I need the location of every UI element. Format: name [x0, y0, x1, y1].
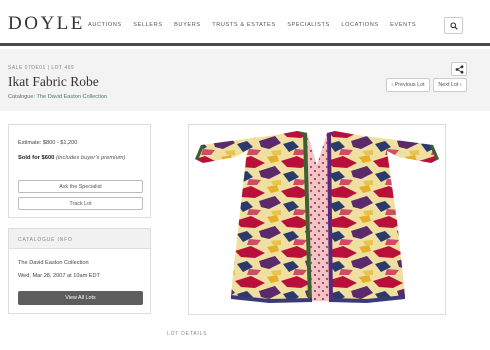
nav-buyers[interactable]: BUYERS — [174, 22, 201, 28]
track-lot-button[interactable]: Track Lot — [18, 197, 143, 210]
sold-amount: Sold for $600 — [18, 155, 55, 161]
catalogue-info-header: CATALOGUE INFO — [9, 229, 150, 249]
share-icon — [455, 65, 464, 74]
estimate-text: Estimate: $800 - $1,200 — [18, 140, 78, 146]
nav-auctions[interactable]: AUCTIONS — [88, 22, 122, 28]
nav-events[interactable]: EVENTS — [390, 22, 416, 28]
previous-lot-button[interactable]: ‹ Previous Lot — [386, 78, 430, 92]
next-lot-button[interactable]: Next Lot › — [433, 78, 467, 92]
doyle-logo[interactable]: DOYLE — [8, 13, 85, 35]
pricing-panel: Estimate: $800 - $1,200 Sold for $600 (i… — [8, 124, 151, 218]
nav-specialists[interactable]: SPECIALISTS — [287, 22, 330, 28]
ask-specialist-button[interactable]: Ask the Specialist — [18, 180, 143, 193]
catalogue-info-panel: CATALOGUE INFO The David Easton Collecti… — [8, 228, 151, 314]
main-nav: AUCTIONS SELLERS BUYERS TRUSTS & ESTATES… — [88, 22, 428, 28]
lot-details-heading: LOT DETAILS — [167, 331, 208, 337]
catalogue-prefix: Catalogue: — [8, 94, 36, 100]
nav-locations[interactable]: LOCATIONS — [341, 22, 378, 28]
nav-trusts-estates[interactable]: TRUSTS & ESTATES — [212, 22, 275, 28]
catalogue-info-heading: CATALOGUE INFO — [18, 237, 73, 243]
search-icon — [450, 22, 458, 30]
ikat-robe-image — [195, 131, 439, 303]
sold-price: Sold for $600 (includes buyer's premium) — [18, 155, 125, 161]
catalogue-link[interactable]: The David Easton Collection — [37, 94, 108, 100]
lot-title: Ikat Fabric Robe — [8, 74, 99, 89]
catalogue-line: Catalogue: The David Easton Collection — [8, 94, 107, 100]
search-button[interactable] — [444, 17, 463, 34]
site-header: DOYLE AUCTIONS SELLERS BUYERS TRUSTS & E… — [0, 0, 490, 46]
catalogue-name: The David Easton Collection — [18, 260, 89, 266]
sale-lot-number: SALE 07DE01 | LOT 469 — [8, 65, 75, 71]
share-button[interactable] — [451, 62, 467, 76]
view-all-lots-button[interactable]: View All Lots — [18, 291, 143, 305]
nav-sellers[interactable]: SELLERS — [133, 22, 162, 28]
lot-image[interactable] — [188, 124, 446, 315]
sale-date: Wed, Mar 28, 2007 at 10am EDT — [18, 273, 100, 279]
sold-note: (includes buyer's premium) — [56, 155, 126, 161]
